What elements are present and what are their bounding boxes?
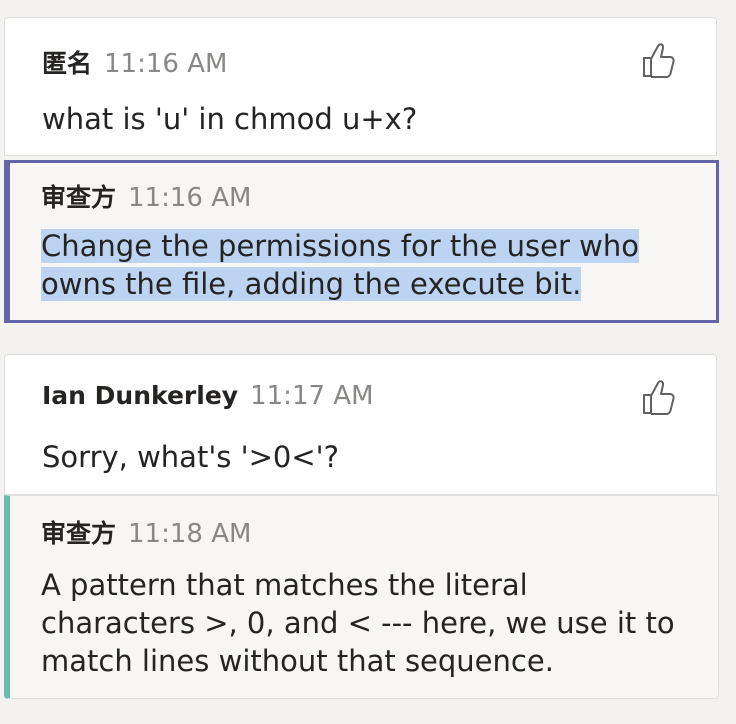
reply-text-line: characters >, 0, and < --- here, we use … — [41, 606, 675, 640]
message-thread: 匿名 11:16 AM what is 'u' in chmod u+x? 审查方… — [4, 17, 719, 323]
reply-author: 审查方 — [41, 183, 117, 212]
message-author: Ian Dunkerley — [42, 381, 239, 410]
message-header: Ian Dunkerley 11:17 AM — [42, 381, 374, 411]
message-body: Sorry, what's '>0<'? — [42, 440, 340, 474]
reply-message[interactable]: 审查方 11:18 AM A pattern that matches the l… — [4, 495, 719, 699]
message-card[interactable]: 匿名 11:16 AM what is 'u' in chmod u+x? — [4, 17, 717, 156]
selected-text-line: owns the file, adding the execute bit. — [41, 267, 582, 301]
reply-timestamp: 11:18 AM — [128, 519, 252, 549]
message-thread: Ian Dunkerley 11:17 AM Sorry, what's '>0<… — [4, 354, 719, 699]
thumbs-up-icon[interactable] — [640, 377, 676, 417]
reply-header: 审查方 11:18 AM — [41, 514, 251, 550]
reply-text-line: A pattern that matches the literal — [41, 568, 528, 602]
reply-author: 审查方 — [41, 519, 117, 548]
message-body: what is 'u' in chmod u+x? — [42, 102, 418, 136]
message-timestamp: 11:17 AM — [250, 381, 374, 411]
message-author: 匿名 — [42, 49, 93, 78]
reply-text-line: match lines without that sequence. — [41, 644, 554, 678]
reply-header: 审查方 11:16 AM — [41, 178, 251, 214]
message-header: 匿名 11:16 AM — [42, 44, 227, 80]
reply-body: A pattern that matches the literal chara… — [41, 566, 698, 680]
selected-text-line: Change the permissions for the user who — [41, 229, 639, 263]
message-card[interactable]: Ian Dunkerley 11:17 AM Sorry, what's '>0<… — [4, 354, 717, 495]
message-timestamp: 11:16 AM — [104, 49, 228, 79]
thumbs-up-icon[interactable] — [640, 40, 676, 80]
reply-body: Change the permissions for the user who … — [41, 227, 696, 303]
reply-message-selected[interactable]: 审查方 11:16 AM Change the permissions for t… — [4, 160, 719, 323]
reply-timestamp: 11:16 AM — [128, 183, 252, 213]
